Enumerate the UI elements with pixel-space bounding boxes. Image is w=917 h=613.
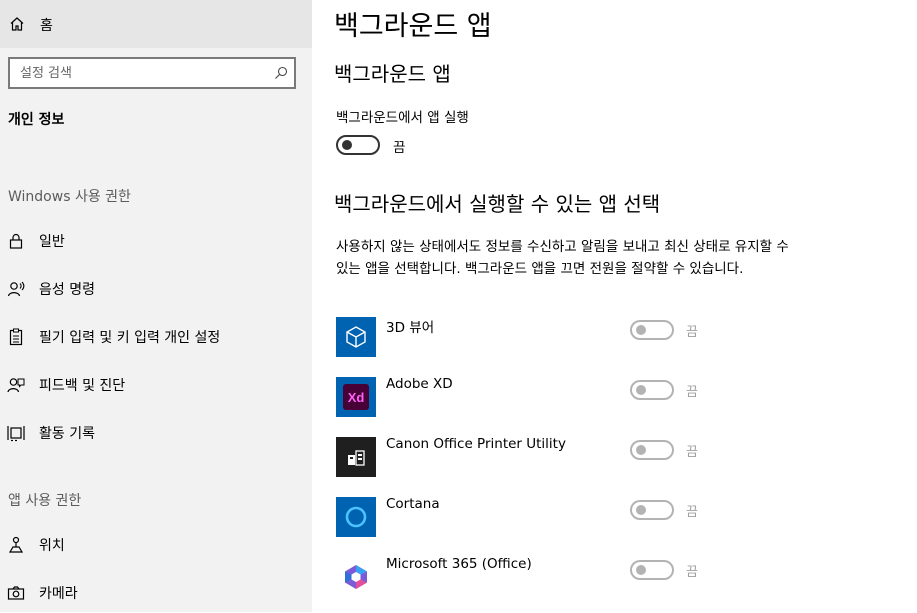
app-toggle[interactable]: [630, 320, 674, 340]
app-name: Canon Office Printer Utility: [386, 436, 566, 452]
choose-apps-heading: 백그라운드에서 실행할 수 있는 앱 선택: [334, 192, 661, 216]
app-toggle[interactable]: [630, 560, 674, 580]
run-in-background-label: 백그라운드에서 앱 실행: [336, 110, 469, 126]
lock-icon: [9, 233, 23, 249]
sidebar-item-label: 피드백 및 진단: [39, 378, 126, 394]
app-toggle-state: 끔: [686, 385, 698, 400]
sidebar-item-label: 필기 입력 및 키 입력 개인 설정: [39, 330, 221, 346]
timeline-icon: [7, 426, 25, 442]
sidebar: 홈 개인 정보 Windows 사용 권한 일반 음성 명령: [0, 0, 312, 612]
app-row-canon-printer-utility: Canon Office Printer Utility 끔: [336, 436, 896, 481]
sidebar-item-general[interactable]: 일반: [0, 221, 312, 261]
sidebar-item-camera[interactable]: 카메라: [0, 573, 312, 613]
section-heading: 백그라운드 앱: [334, 62, 451, 86]
section-title: 개인 정보: [8, 112, 65, 128]
main-content: 백그라운드 앱 백그라운드 앱 백그라운드에서 앱 실행 끔 백그라운드에서 실…: [312, 0, 917, 612]
sidebar-item-label: 위치: [39, 538, 65, 554]
app-name: Microsoft 365 (Office): [386, 556, 532, 572]
run-in-background-state: 끔: [393, 140, 406, 156]
sidebar-item-label: 활동 기록: [39, 426, 95, 442]
toggle-knob: [636, 385, 646, 395]
speech-icon: [7, 281, 25, 297]
app-permissions-label: 앱 사용 권한: [8, 493, 82, 509]
sidebar-item-speech[interactable]: 음성 명령: [0, 269, 312, 309]
toggle-knob: [636, 505, 646, 515]
camera-icon: [7, 586, 25, 600]
app-row-adobe-xd: Xd Adobe XD 끔: [336, 376, 896, 421]
windows-permissions-label: Windows 사용 권한: [8, 189, 131, 205]
search-input[interactable]: [10, 59, 270, 87]
office-icon: [336, 557, 376, 597]
page-title: 백그라운드 앱: [334, 11, 492, 42]
toggle-knob: [636, 565, 646, 575]
sidebar-item-inking-typing[interactable]: 필기 입력 및 키 입력 개인 설정: [0, 317, 312, 357]
3d-viewer-icon: [336, 317, 376, 357]
toggle-knob: [636, 325, 646, 335]
xd-logo: Xd: [343, 384, 369, 410]
app-name: Adobe XD: [386, 376, 453, 392]
home-icon: [10, 17, 24, 31]
app-toggle-state: 끔: [686, 445, 698, 460]
feedback-icon: [7, 378, 25, 393]
sidebar-item-activity-history[interactable]: 활동 기록: [0, 413, 312, 453]
app-name: 3D 뷰어: [386, 320, 435, 336]
app-toggle-state: 끔: [686, 325, 698, 340]
app-toggle-state: 끔: [686, 505, 698, 520]
canon-printer-icon: [336, 437, 376, 477]
app-name: Cortana: [386, 496, 440, 512]
toggle-knob: [342, 140, 352, 150]
app-toggle-state: 끔: [686, 565, 698, 580]
sidebar-item-label: 카메라: [39, 586, 78, 602]
search-icon[interactable]: [274, 66, 288, 80]
sidebar-item-feedback-diagnostics[interactable]: 피드백 및 진단: [0, 365, 312, 405]
location-icon: [8, 536, 24, 553]
app-toggle[interactable]: [630, 500, 674, 520]
clipboard-icon: [9, 328, 23, 346]
cortana-icon: [336, 497, 376, 537]
app-row-cortana: Cortana 끔: [336, 496, 896, 541]
description-text: 사용하지 않는 상태에서도 정보를 수신하고 알림을 보내고 최신 상태로 유지…: [336, 239, 789, 277]
app-toggle[interactable]: [630, 440, 674, 460]
toggle-knob: [636, 445, 646, 455]
app-toggle[interactable]: [630, 380, 674, 400]
run-in-background-toggle[interactable]: [336, 135, 380, 155]
app-row-3d-viewer: 3D 뷰어 끔: [336, 317, 896, 361]
sidebar-item-label: 음성 명령: [39, 282, 95, 298]
search-box[interactable]: [8, 57, 296, 89]
home-label: 홈: [40, 18, 53, 34]
adobe-xd-icon: Xd: [336, 377, 376, 417]
app-row-microsoft-365: Microsoft 365 (Office) 끔: [336, 556, 896, 601]
sidebar-item-location[interactable]: 위치: [0, 525, 312, 565]
sidebar-item-label: 일반: [39, 234, 65, 250]
home-nav-item[interactable]: 홈: [0, 0, 312, 48]
